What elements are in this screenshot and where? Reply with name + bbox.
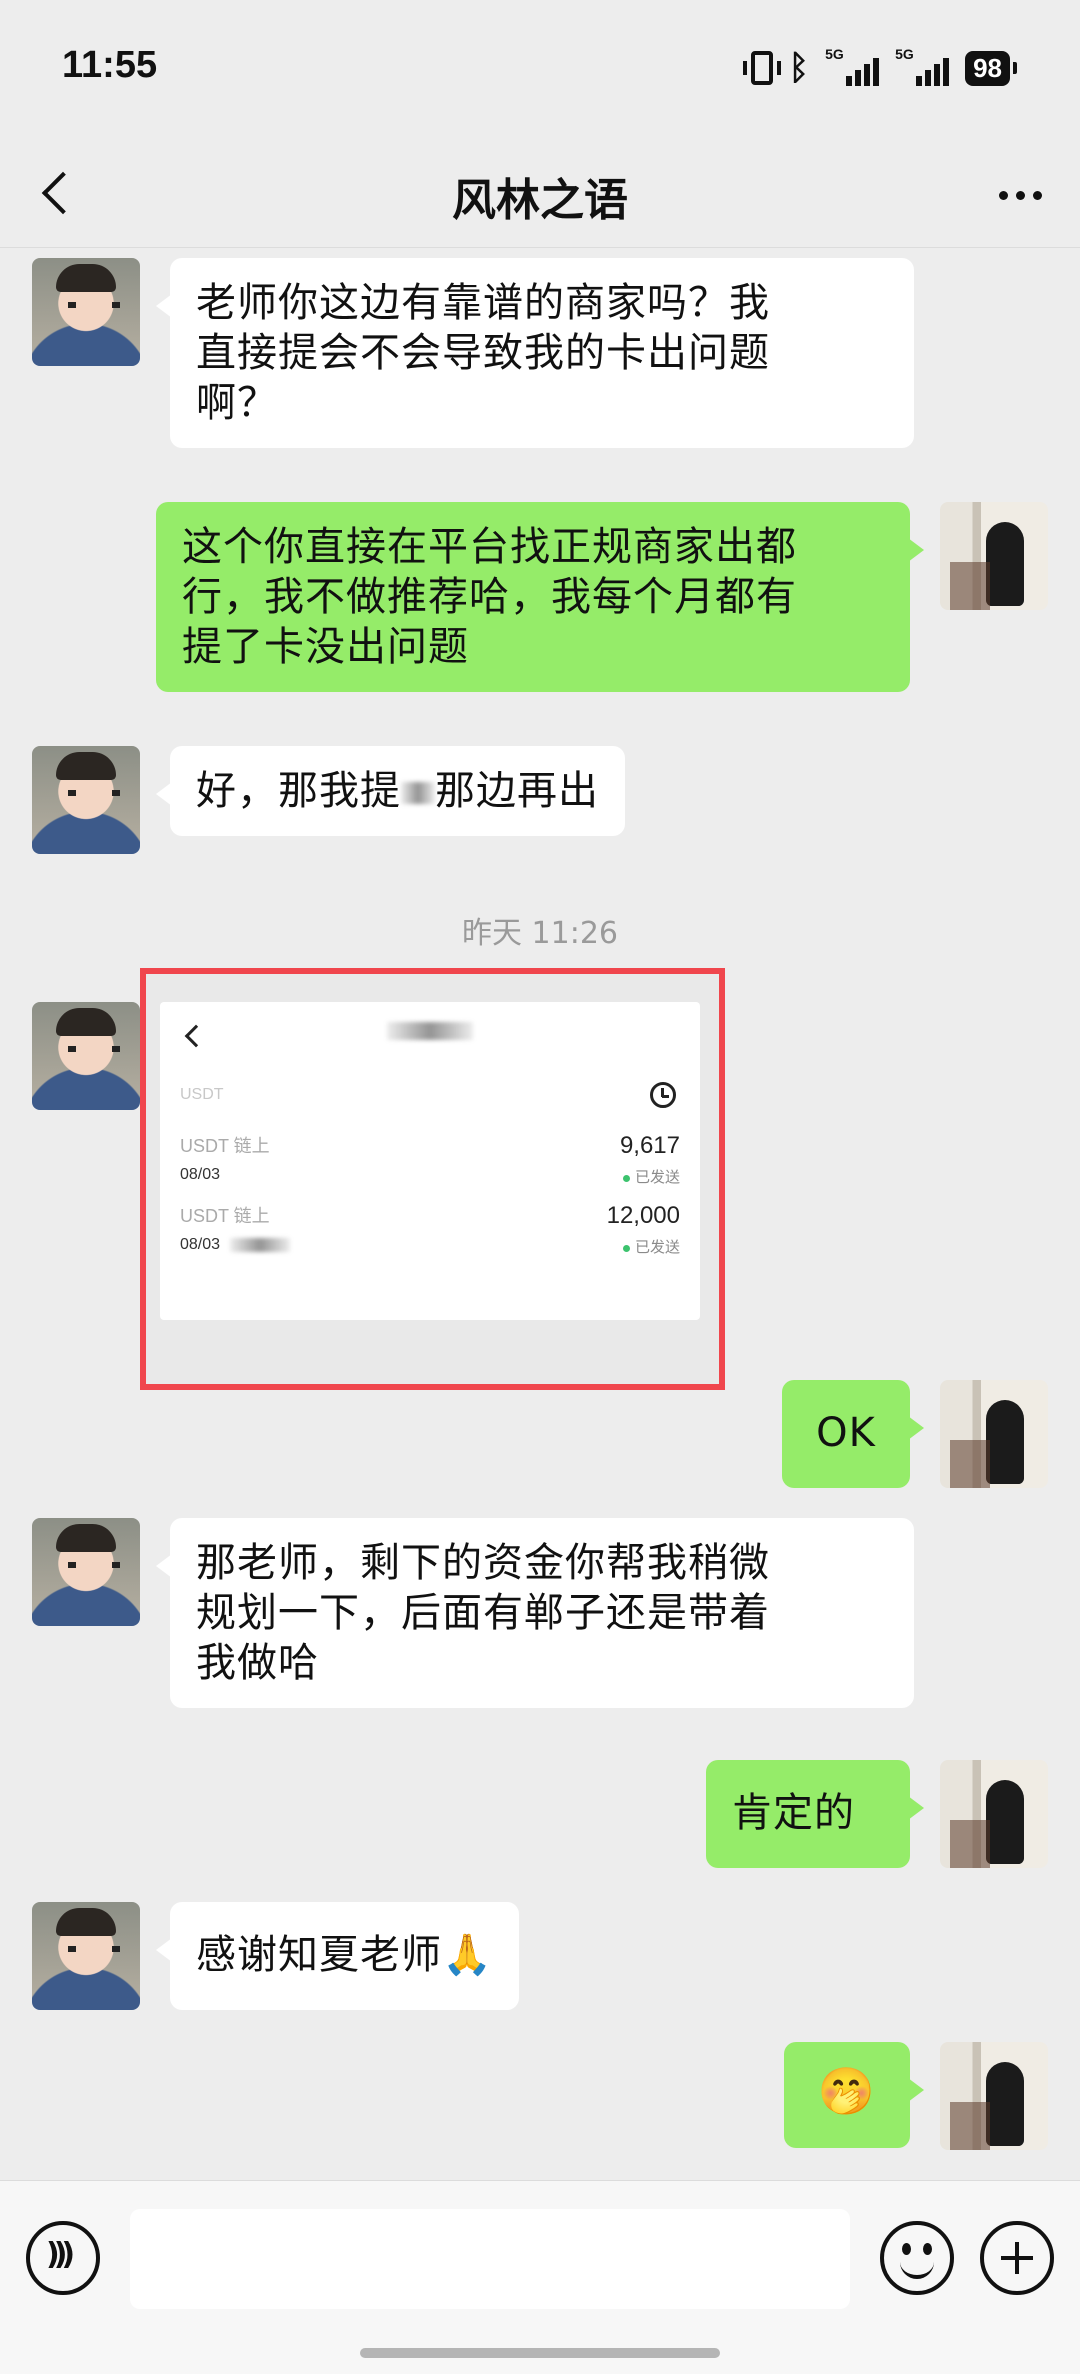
my-avatar[interactable]: [940, 2042, 1048, 2150]
message-bubble[interactable]: 肯定的: [706, 1760, 924, 1868]
my-avatar[interactable]: [940, 1380, 1048, 1488]
chat-header: 风林之语: [0, 140, 1080, 248]
record-status: 已发送: [623, 1236, 680, 1257]
message-text: 肯定的: [732, 1790, 855, 1836]
home-indicator[interactable]: [360, 2348, 720, 2358]
message-text: 行，我不做推荐哈，我每个月都有: [182, 574, 797, 620]
status-bar: 11:55 ᛒ 5G 5G 98: [0, 0, 1080, 140]
contact-avatar[interactable]: [32, 746, 140, 854]
screenshot-title-blur: [160, 1022, 700, 1040]
message-text: 这个你直接在平台找正规商家出都: [182, 524, 797, 570]
message-bubble[interactable]: 那老师，剩下的资金你帮我稍微 规划一下，后面有郸子还是带着 我做哈: [156, 1518, 914, 1708]
message-text: 规划一下，后面有郸子还是带着: [196, 1590, 770, 1636]
signal-icon: 5G: [895, 46, 950, 86]
input-bar: [0, 2180, 1080, 2374]
message-text: 直接提会不会导致我的卡出问题: [196, 330, 770, 376]
message-timestamp: 昨天 11:26: [462, 916, 618, 951]
message-bubble[interactable]: 好，那我提 那边再出: [156, 746, 625, 836]
emoji-button[interactable]: [880, 2221, 954, 2295]
my-avatar[interactable]: [940, 1760, 1048, 1868]
message-bubble[interactable]: OK: [782, 1380, 924, 1488]
screenshot-coin-label: USDT: [180, 1086, 224, 1103]
more-actions-button[interactable]: [980, 2221, 1054, 2295]
bluetooth-icon: ᛒ: [788, 48, 810, 88]
status-icons: ᛒ 5G 5G 98: [742, 46, 1017, 88]
chat-title: 风林之语: [452, 175, 628, 226]
message-text: 啊？: [196, 380, 278, 426]
emoji-message: 🤭: [817, 2064, 877, 2118]
message-text: 那边再出: [435, 768, 599, 814]
record-status: 已发送: [623, 1166, 680, 1187]
withdrawal-record: USDT 链上 08/03 9,617 已发送: [180, 1132, 680, 1192]
signal-icon: 5G: [825, 46, 880, 86]
contact-avatar[interactable]: [32, 1902, 140, 2010]
contact-avatar[interactable]: [32, 1002, 140, 1110]
message-text: OK: [816, 1410, 876, 1456]
network-type: 5G: [825, 46, 844, 62]
withdrawal-screenshot: USDT USDT 链上 08/03 9,617 已发送 USDT 链上 08/…: [160, 1002, 700, 1320]
battery-indicator: 98: [965, 50, 1017, 86]
history-clock-icon: [650, 1082, 676, 1108]
my-avatar[interactable]: [940, 502, 1048, 610]
record-amount: 12,000: [606, 1202, 680, 1229]
clock-time: 11:55: [62, 44, 158, 86]
message-input[interactable]: [130, 2209, 850, 2309]
contact-avatar[interactable]: [32, 258, 140, 366]
voice-input-button[interactable]: [26, 2221, 100, 2295]
message-bubble[interactable]: 老师你这边有靠谱的商家吗？我 直接提会不会导致我的卡出问题 啊？: [156, 258, 914, 448]
message-text: 老师你这边有靠谱的商家吗？我: [196, 280, 770, 326]
message-text: 那老师，剩下的资金你帮我稍微: [196, 1540, 770, 1586]
redaction-blur: [401, 782, 435, 804]
message-text: 我做哈: [196, 1640, 319, 1686]
record-name: USDT 链上: [180, 1136, 270, 1156]
message-bubble[interactable]: 🤭: [784, 2042, 924, 2148]
record-date: 08/03: [180, 1166, 221, 1183]
more-options-button[interactable]: [990, 170, 1050, 220]
message-text: 提了卡没出问题: [182, 624, 469, 670]
message-text: 感谢知夏老师🙏: [196, 1932, 493, 1978]
network-type: 5G: [895, 46, 914, 62]
message-bubble[interactable]: 这个你直接在平台找正规商家出都 行，我不做推荐哈，我每个月都有 提了卡没出问题: [156, 502, 924, 692]
record-name: USDT 链上: [180, 1206, 270, 1226]
message-text: 好，那我提: [196, 768, 401, 814]
vibrate-icon: [742, 51, 781, 85]
contact-avatar[interactable]: [32, 1518, 140, 1626]
record-date: 08/03: [180, 1236, 291, 1254]
image-message[interactable]: USDT USDT 链上 08/03 9,617 已发送 USDT 链上 08/…: [140, 968, 725, 1390]
withdrawal-record: USDT 链上 08/03 12,000 已发送: [180, 1202, 680, 1262]
record-amount: 9,617: [619, 1132, 680, 1159]
message-bubble[interactable]: 感谢知夏老师🙏: [156, 1902, 519, 2010]
